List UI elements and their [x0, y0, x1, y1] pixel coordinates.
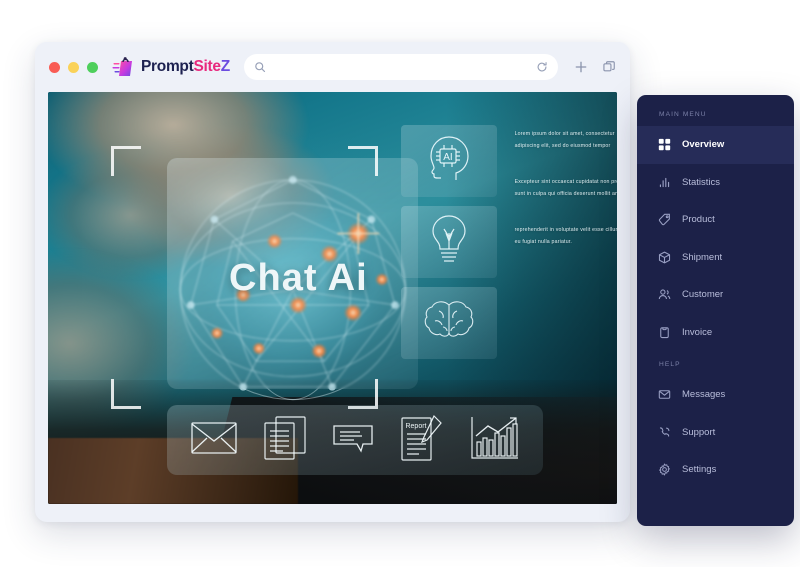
- brand-logo[interactable]: PromptSiteZ: [112, 55, 230, 79]
- svg-text:AI: AI: [443, 152, 452, 163]
- hero-photo: Chat Ai AI Lorem ipsum dolor sit amet, c…: [48, 92, 617, 504]
- window-controls: [49, 61, 98, 73]
- browser-window: PromptSiteZ Chat Ai AI Lorem ipsum dolor…: [35, 42, 630, 522]
- close-button[interactable]: [49, 61, 60, 73]
- sidebar-item-customer[interactable]: Customer: [637, 276, 794, 314]
- sidebar-item-label: Overview: [682, 139, 725, 151]
- feature-text-list: Lorem ipsum dolor sit amet, consectetur …: [515, 129, 617, 273]
- box-icon: [658, 251, 671, 264]
- sidebar-section-title: MAIN MENU: [659, 111, 707, 118]
- plus-icon[interactable]: [574, 60, 588, 74]
- lightbulb-icon: [430, 213, 468, 270]
- clipboard-icon: [658, 326, 671, 339]
- bar-chart-growth-icon: [470, 416, 520, 465]
- brand-part-2: Site: [193, 58, 221, 75]
- feature-paragraph: Lorem ipsum dolor sit amet, consectetur …: [514, 131, 615, 150]
- address-bar[interactable]: [243, 54, 558, 80]
- svg-text:Report: Report: [405, 423, 426, 430]
- search-input[interactable]: [273, 61, 528, 73]
- sidebar-item-label: Shipment: [682, 251, 723, 263]
- browser-titlebar: PromptSiteZ: [35, 42, 630, 92]
- toolbar-actions: [574, 60, 616, 74]
- phone-icon: [658, 426, 671, 439]
- feature-card: [400, 286, 498, 359]
- sidebar-item-shipment[interactable]: Shipment: [637, 239, 794, 277]
- brand-part-3: Z: [220, 58, 230, 75]
- page-viewport: Chat Ai AI Lorem ipsum dolor sit amet, c…: [48, 92, 617, 504]
- grid-icon: [658, 138, 671, 151]
- users-icon: [658, 288, 671, 301]
- feature-paragraph: Excepteur sint occaecat cupidatat non pr…: [514, 178, 617, 197]
- copy-tabs-icon[interactable]: [602, 60, 616, 74]
- report-edit-icon: Report: [401, 414, 443, 467]
- bar-chart-icon: [658, 176, 671, 189]
- feature-card: [400, 205, 498, 278]
- feature-paragraph: reprehenderit in voluptate velit esse ci…: [514, 226, 617, 245]
- sidebar-item-label: Product: [682, 214, 715, 226]
- hero-headline: Chat Ai: [229, 256, 368, 299]
- documents-icon: [263, 416, 306, 465]
- hero-icon-bar: Report: [167, 405, 544, 476]
- search-icon: [254, 61, 266, 73]
- brand-part-1: Prompt: [141, 58, 194, 75]
- sidebar-item-label: Messages: [682, 389, 726, 401]
- sidebar-item-support[interactable]: Support: [637, 414, 794, 452]
- shopping-bag-icon: [112, 55, 136, 79]
- sidebar-item-statistics[interactable]: Statistics: [637, 164, 794, 202]
- mail-icon: [658, 388, 671, 401]
- envelope-icon: [191, 422, 237, 459]
- sidebar-item-label: Customer: [682, 289, 724, 301]
- reload-icon[interactable]: [536, 61, 548, 73]
- screenshot-root: PromptSiteZ Chat Ai AI Lorem ipsum dolor…: [0, 0, 800, 567]
- sidebar-item-overview[interactable]: Overview: [637, 126, 794, 164]
- sidebar-item-label: Settings: [682, 464, 717, 476]
- sidebar-item-label: Invoice: [682, 326, 713, 338]
- sidebar-item-messages[interactable]: Messages: [637, 376, 794, 414]
- brand-name: PromptSiteZ: [141, 58, 230, 76]
- tag-icon: [658, 213, 671, 226]
- sidebar-item-invoice[interactable]: Invoice: [637, 314, 794, 352]
- feature-card-list: AI: [400, 124, 498, 368]
- chat-bubble-icon: [332, 423, 374, 458]
- sidebar-item-label: Support: [682, 426, 716, 438]
- ai-head-icon: AI: [426, 133, 472, 188]
- dashboard-sidebar: MAIN MENU Overview Statistics Product Sh…: [637, 95, 794, 526]
- sidebar-item-settings[interactable]: Settings: [637, 451, 794, 489]
- sidebar-section-title-help: HELP: [659, 361, 681, 368]
- brain-icon: [423, 299, 475, 346]
- minimize-button[interactable]: [68, 61, 79, 73]
- sidebar-item-label: Statistics: [682, 176, 721, 188]
- gear-icon: [658, 463, 671, 477]
- maximize-button[interactable]: [87, 61, 98, 73]
- feature-card: AI: [400, 124, 498, 197]
- sidebar-item-product[interactable]: Product: [637, 201, 794, 239]
